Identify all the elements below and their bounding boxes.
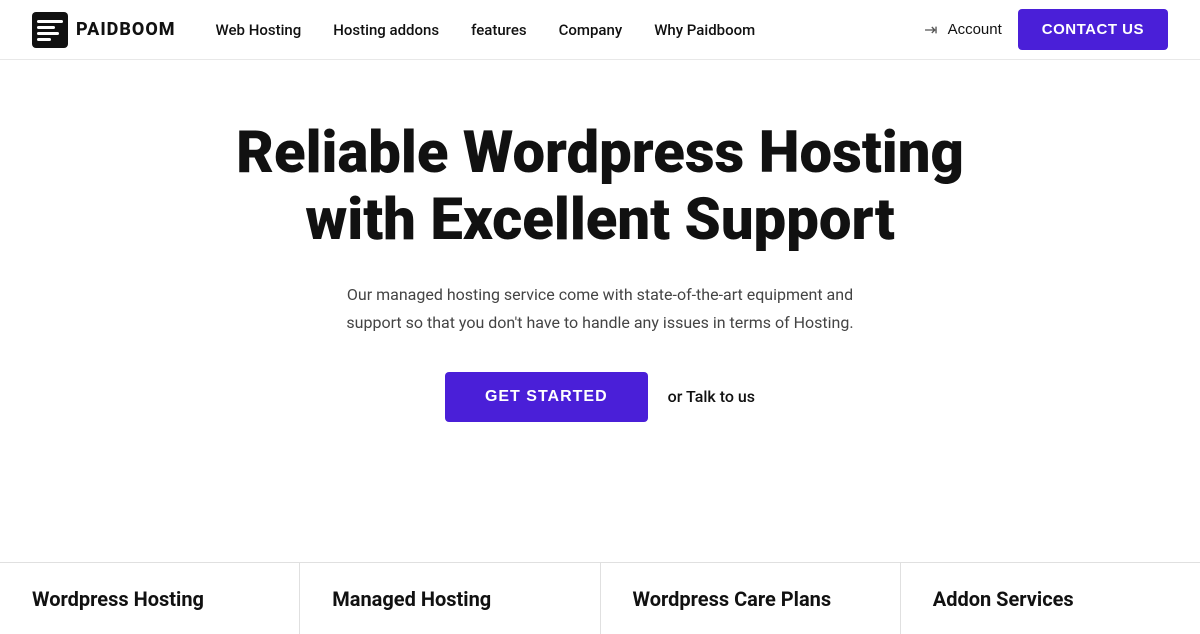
nav-link-hosting-addons[interactable]: Hosting addons (333, 21, 439, 39)
nav-item-company[interactable]: Company (559, 20, 623, 39)
card-addon-services[interactable]: Addon Services (901, 563, 1200, 634)
logo-text: PAIDBOOM (76, 19, 176, 40)
hero-title: Reliable Wordpress Hosting with Excellen… (220, 120, 980, 253)
nav-item-hosting-addons[interactable]: Hosting addons (333, 20, 439, 39)
talk-to-us-text: or Talk to us (668, 387, 755, 406)
nav-right: ⇥ Account CONTACT US (924, 9, 1168, 50)
nav-link-web-hosting[interactable]: Web Hosting (216, 21, 302, 39)
card-wordpress-hosting[interactable]: Wordpress Hosting (0, 563, 300, 634)
logo-icon (32, 12, 68, 48)
get-started-button[interactable]: GET STARTED (445, 372, 648, 422)
nav-link-features[interactable]: features (471, 21, 527, 39)
hero-subtitle: Our managed hosting service come with st… (320, 281, 880, 335)
nav-links: Web Hosting Hosting addons features Comp… (216, 20, 756, 39)
hero-section: Reliable Wordpress Hosting with Excellen… (0, 60, 1200, 462)
nav-link-company[interactable]: Company (559, 21, 623, 39)
login-icon: ⇥ (924, 20, 937, 40)
card-managed-hosting-label: Managed Hosting (332, 587, 491, 611)
card-wordpress-care-plans[interactable]: Wordpress Care Plans (601, 563, 901, 634)
nav-item-features[interactable]: features (471, 20, 527, 39)
logo[interactable]: PAIDBOOM (32, 12, 176, 48)
card-managed-hosting[interactable]: Managed Hosting (300, 563, 600, 634)
card-wordpress-hosting-label: Wordpress Hosting (32, 587, 204, 611)
card-addon-services-label: Addon Services (933, 587, 1074, 611)
contact-us-button[interactable]: CONTACT US (1018, 9, 1168, 50)
hero-actions: GET STARTED or Talk to us (445, 372, 755, 422)
navbar: PAIDBOOM Web Hosting Hosting addons feat… (0, 0, 1200, 60)
nav-item-web-hosting[interactable]: Web Hosting (216, 20, 302, 39)
account-button[interactable]: ⇥ Account (924, 20, 1002, 40)
account-label: Account (948, 21, 1002, 38)
bottom-cards: Wordpress Hosting Managed Hosting Wordpr… (0, 562, 1200, 634)
nav-item-why-paidboom[interactable]: Why Paidboom (654, 20, 755, 39)
nav-link-why-paidboom[interactable]: Why Paidboom (654, 21, 755, 39)
card-wordpress-care-plans-label: Wordpress Care Plans (633, 587, 832, 611)
nav-left: PAIDBOOM Web Hosting Hosting addons feat… (32, 12, 755, 48)
